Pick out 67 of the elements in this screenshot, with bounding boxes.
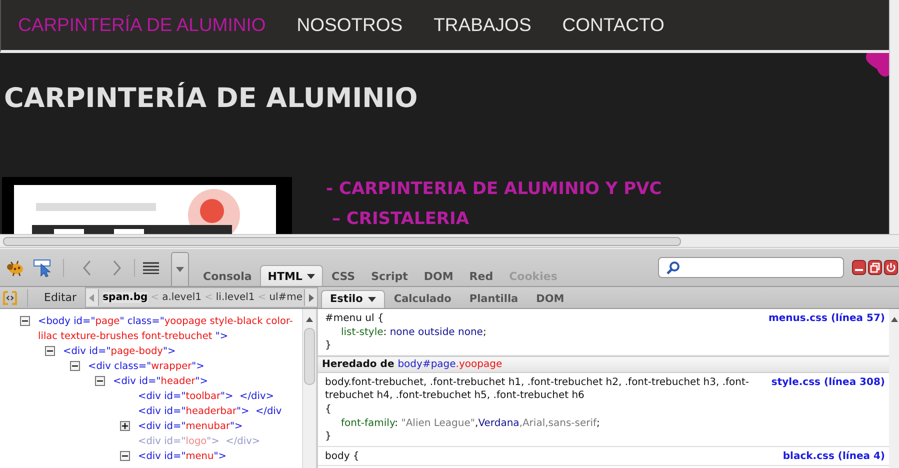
collapse-icon[interactable] <box>45 346 55 356</box>
panel-tab[interactable]: Consola <box>195 265 260 286</box>
breadcrumb-separator: < <box>150 292 160 303</box>
dropdown-button[interactable] <box>171 252 189 286</box>
panel-tab[interactable]: Red <box>461 265 502 286</box>
code-line[interactable]: <div id="page-body"> <box>58 344 176 359</box>
restore-icon[interactable] <box>868 260 882 275</box>
side-panel-tab[interactable]: DOM <box>527 290 574 308</box>
collapse-icon[interactable] <box>20 316 30 326</box>
scrollbar[interactable] <box>0 234 899 248</box>
collapse-icon[interactable] <box>70 361 80 371</box>
left-arrow-icon <box>89 294 94 302</box>
panel-tab[interactable]: DOM <box>416 265 462 286</box>
minimize-icon[interactable] <box>852 260 866 275</box>
css-selector: #menu ul { <box>325 312 385 326</box>
nav-link[interactable]: NOSOTROS <box>296 14 403 36</box>
code-line[interactable]: <div id="header"> <box>108 374 208 389</box>
scrollbar[interactable] <box>889 0 899 234</box>
expand-icon[interactable] <box>120 421 130 431</box>
bug-icon[interactable] <box>5 260 25 276</box>
code-line[interactable]: <div id="headerbar"> </div <box>133 404 282 419</box>
up-arrow-icon <box>306 317 313 322</box>
search-field[interactable] <box>658 257 844 278</box>
source-link[interactable]: menus.css (línea 57) <box>768 312 885 326</box>
breadcrumb-item[interactable]: ul#me <box>269 292 303 303</box>
breadcrumb-separator: < <box>258 292 266 303</box>
css-brace: } <box>325 430 332 444</box>
menu-icon[interactable] <box>143 262 159 274</box>
power-icon[interactable] <box>884 260 898 275</box>
code-line[interactable]: <div id="toolbar"> </div> <box>133 389 274 404</box>
collapse-icon[interactable] <box>120 451 130 461</box>
side-panel-tab[interactable]: Plantilla <box>460 290 528 308</box>
breadcrumb-item[interactable]: span.bg <box>102 292 148 303</box>
panel-tab[interactable]: Script <box>363 265 416 286</box>
breadcrumb-item[interactable]: li.level1 <box>216 292 255 303</box>
search-icon <box>666 260 680 274</box>
css-selector: { <box>325 402 332 417</box>
css-declaration: font-family: "Alien League",Verdana,Arial,sans-serif; <box>340 416 601 430</box>
right-arrow-icon <box>308 294 314 302</box>
page-heading: CARPINTERÍA DE ALUMINIO <box>4 83 419 114</box>
panel-tab[interactable]: HTML <box>260 265 324 286</box>
code-line[interactable]: <div id="menubar"> <box>133 419 243 434</box>
caret-icon <box>176 267 184 272</box>
collapse-icon[interactable] <box>95 376 105 386</box>
css-declaration: list-style: none outside none; <box>340 326 488 340</box>
edit-button[interactable]: Editar <box>36 291 85 304</box>
side-panel-tab[interactable]: Estilo <box>321 290 385 308</box>
side-panel-tab[interactable]: Calculado <box>384 290 460 308</box>
inherited-header: Heredado de body#page.yoopage <box>318 356 889 373</box>
scrollbar[interactable] <box>889 309 899 468</box>
breadcrumb-item[interactable]: a.level1 <box>162 292 202 303</box>
panel-tab[interactable]: CSS <box>323 265 364 286</box>
breadcrumb-separator: < <box>204 292 213 303</box>
inspect-icon[interactable] <box>33 258 53 276</box>
css-brace: } <box>325 339 332 353</box>
scroll-right-button[interactable] <box>304 289 317 306</box>
code-line[interactable]: <div class="wrapper"> <box>83 359 204 374</box>
scrollbar[interactable] <box>302 309 316 468</box>
css-selector: body { <box>325 450 360 464</box>
source-link[interactable]: black.css (línea 4) <box>782 450 885 464</box>
css-selector: body.font-trebuchet, .font-trebuchet h1, .font-trebuchet h2, .font-trebuchet h3, .font-trebuchet h4, .font-trebuchet h5, .font-trebuchet h6 <box>325 376 750 403</box>
nav-link[interactable]: TRABAJOS <box>434 14 532 36</box>
source-link[interactable]: style.css (línea 308) <box>771 376 885 417</box>
nav-link[interactable]: CONTACTO <box>562 14 664 36</box>
layout-icon[interactable] <box>3 290 17 304</box>
code-line[interactable]: <div id="menu"> <box>133 449 226 464</box>
up-arrow-icon <box>890 317 898 322</box>
